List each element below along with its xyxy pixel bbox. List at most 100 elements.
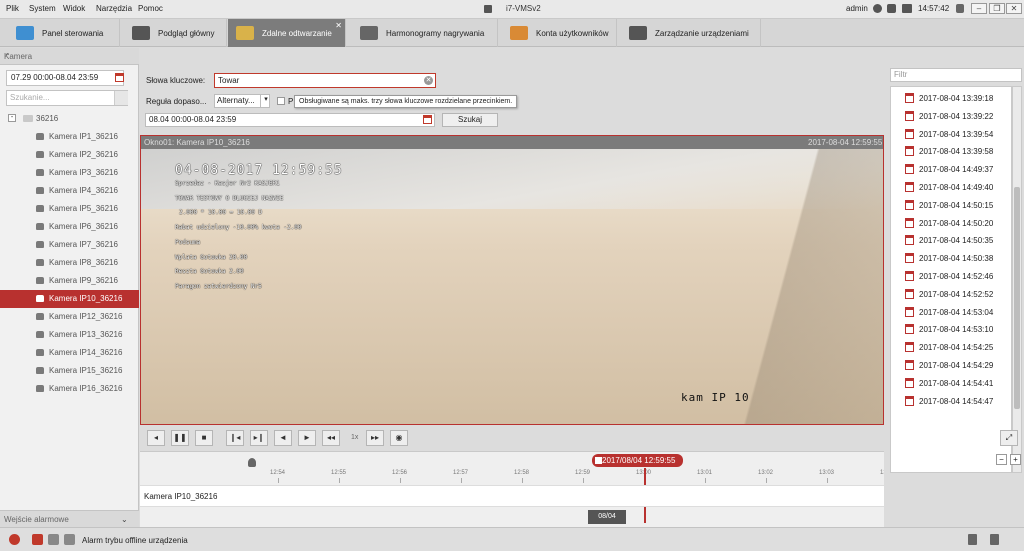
- menu-widok[interactable]: Widok: [63, 4, 85, 13]
- search-button[interactable]: Szukaj: [442, 113, 498, 127]
- result-item[interactable]: 2017-08-04 14:53:04: [891, 303, 1011, 321]
- camera-search-input[interactable]: Szukanie...: [6, 90, 128, 106]
- tab-podglad-glowny[interactable]: Podgląd główny: [124, 19, 227, 47]
- keyword-input[interactable]: Towar: [214, 73, 436, 88]
- tab-panel-sterowania[interactable]: Panel sterowania: [8, 19, 120, 47]
- results-panel: Filtr 2017-08-04 13:39:18 2017-08-04 13:3…: [884, 48, 1024, 527]
- search-icon[interactable]: [114, 91, 128, 105]
- step-forward-icon[interactable]: ►: [298, 430, 316, 446]
- menu-narzedzia[interactable]: Narzędzia: [96, 4, 132, 13]
- result-item[interactable]: 2017-08-04 14:49:40: [891, 178, 1011, 196]
- result-item[interactable]: 2017-08-04 14:53:10: [891, 320, 1011, 338]
- close-tab-icon[interactable]: ✕: [335, 21, 342, 30]
- result-item[interactable]: 2017-08-04 14:54:41: [891, 374, 1011, 392]
- result-item[interactable]: 2017-08-04 13:39:58: [891, 142, 1011, 160]
- menu-pomoc[interactable]: Pomoc: [138, 4, 163, 13]
- result-time: 2017-08-04 14:50:35: [919, 236, 994, 246]
- camera-tree-item[interactable]: Kamera IP10_36216: [0, 290, 139, 308]
- fast-icon[interactable]: ▸▸: [366, 430, 384, 446]
- tab-konta-uzytkownikow[interactable]: Konta użytkowników: [502, 19, 617, 47]
- document-icon: [905, 235, 914, 246]
- result-item[interactable]: 2017-08-04 14:54:25: [891, 338, 1011, 356]
- clear-icon[interactable]: ✕: [424, 76, 433, 85]
- camera-tree-item[interactable]: Kamera IP15_36216: [0, 362, 139, 380]
- expand-icon[interactable]: ⌄: [121, 515, 128, 524]
- current-user[interactable]: admin: [846, 4, 868, 13]
- results-scrollbar[interactable]: [1012, 86, 1022, 473]
- result-item[interactable]: 2017-08-04 14:52:46: [891, 267, 1011, 285]
- osd-line: 2.000 * 10.00 = 10.00 D: [179, 209, 263, 216]
- tab-zdalne-odtwarzanie[interactable]: Zdalne odtwarzanie ✕: [228, 19, 346, 47]
- result-item[interactable]: 2017-08-04 14:49:37: [891, 160, 1011, 178]
- result-item[interactable]: 2017-08-04 13:39:54: [891, 125, 1011, 143]
- restore-button[interactable]: ❐: [989, 3, 1005, 14]
- camera-tree-item[interactable]: Kamera IP2_36216: [0, 146, 139, 164]
- close-window-button[interactable]: ✕: [1006, 3, 1022, 14]
- camera-tree-item[interactable]: Kamera IP1_36216: [0, 128, 139, 146]
- result-item[interactable]: 2017-08-04 14:52:52: [891, 285, 1011, 303]
- network-icon[interactable]: [873, 4, 882, 13]
- menu-system[interactable]: System: [29, 4, 56, 13]
- collapse-icon[interactable]: ⌃: [4, 52, 11, 61]
- zoom-out-icon[interactable]: −: [996, 454, 1007, 465]
- time-range-field[interactable]: 08.04 00:00-08.04 23:59: [145, 113, 435, 127]
- camera-tree-item[interactable]: Kamera IP4_36216: [0, 182, 139, 200]
- alarm-warning-icon[interactable]: [9, 534, 20, 545]
- popup-icon[interactable]: [990, 534, 999, 545]
- result-item[interactable]: 2017-08-04 14:50:15: [891, 196, 1011, 214]
- slow-icon[interactable]: ◂◂: [322, 430, 340, 446]
- stop-icon[interactable]: ■: [195, 430, 213, 446]
- tree-expand-icon[interactable]: -: [8, 114, 16, 122]
- tab-label: Konta użytkowników: [536, 28, 609, 38]
- filter-input[interactable]: Filtr: [890, 68, 1022, 82]
- result-item[interactable]: 2017-08-04 14:50:20: [891, 214, 1011, 232]
- step-back-icon[interactable]: ◄: [274, 430, 292, 446]
- camera-tree-item[interactable]: Kamera IP6_36216: [0, 218, 139, 236]
- calendar-icon[interactable]: [115, 73, 124, 82]
- tab-zarzadzanie-urzadzeniami[interactable]: Zarządzanie urządzeniami: [621, 19, 761, 47]
- camera-tree-item[interactable]: Kamera IP16_36216: [0, 380, 139, 398]
- minimize-button[interactable]: –: [971, 3, 987, 14]
- camera-tree-item[interactable]: Kamera IP5_36216: [0, 200, 139, 218]
- lock-icon[interactable]: [887, 4, 896, 13]
- tab-harmonogramy[interactable]: Harmonogramy nagrywania: [352, 19, 498, 47]
- result-time: 2017-08-04 14:49:40: [919, 183, 994, 192]
- camera-panel-header[interactable]: Kamera ⌃: [0, 48, 139, 65]
- camera-tree-item[interactable]: Kamera IP14_36216: [0, 344, 139, 362]
- camera-tree-item[interactable]: Kamera IP7_36216: [0, 236, 139, 254]
- prev-frame-icon[interactable]: ❙◂: [226, 430, 244, 446]
- camera-tree-item[interactable]: Kamera IP13_36216: [0, 326, 139, 344]
- camera-tree-item[interactable]: Kamera IP3_36216: [0, 164, 139, 182]
- zoom-in-icon[interactable]: +: [1010, 454, 1021, 465]
- menu-plik[interactable]: Plik: [6, 4, 19, 13]
- next-frame-icon[interactable]: ▸❙: [250, 430, 268, 446]
- camera-tree-item[interactable]: Kamera IP8_36216: [0, 254, 139, 272]
- reverse-play-icon[interactable]: ◂: [147, 430, 165, 446]
- camera-alarm-icon[interactable]: [64, 534, 75, 545]
- document-icon: [905, 128, 914, 139]
- video-window[interactable]: Okno01: Kamera IP10_36216 2017-08-04 12:…: [140, 135, 884, 425]
- result-item[interactable]: 2017-08-04 14:54:29: [891, 356, 1011, 374]
- pause-icon[interactable]: ❚❚: [171, 430, 189, 446]
- video-timestamp: 2017-08-04 12:59:55: [808, 138, 883, 147]
- result-item[interactable]: 2017-08-04 14:54:47: [891, 392, 1011, 410]
- date-range-field[interactable]: 07.29 00:00-08.04 23:59: [6, 70, 124, 86]
- lock-screen-icon[interactable]: [956, 4, 964, 13]
- alarm-sound-icon[interactable]: [48, 534, 59, 545]
- calendar-icon[interactable]: [423, 115, 432, 124]
- result-item[interactable]: 2017-08-04 13:39:22: [891, 107, 1011, 125]
- pin-icon[interactable]: [968, 534, 977, 545]
- result-item[interactable]: 2017-08-04 14:50:35: [891, 231, 1011, 249]
- date-badge[interactable]: 08/04: [588, 510, 626, 524]
- scrollbar-thumb[interactable]: [1014, 187, 1020, 409]
- fullscreen-icon[interactable]: ⤢: [1000, 430, 1018, 446]
- result-item[interactable]: 2017-08-04 13:39:18: [891, 89, 1011, 107]
- result-item[interactable]: 2017-08-04 14:50:38: [891, 249, 1011, 267]
- audio-icon[interactable]: ◉: [390, 430, 408, 446]
- alarm-event-icon[interactable]: [32, 534, 43, 545]
- rule-checkbox[interactable]: [277, 97, 285, 105]
- camera-tree-item[interactable]: Kamera IP9_36216: [0, 272, 139, 290]
- alarm-input-header[interactable]: Wejście alarmowe ⌄: [0, 510, 139, 527]
- chevron-down-icon[interactable]: ▾: [260, 94, 271, 108]
- camera-tree-item[interactable]: Kamera IP12_36216: [0, 308, 139, 326]
